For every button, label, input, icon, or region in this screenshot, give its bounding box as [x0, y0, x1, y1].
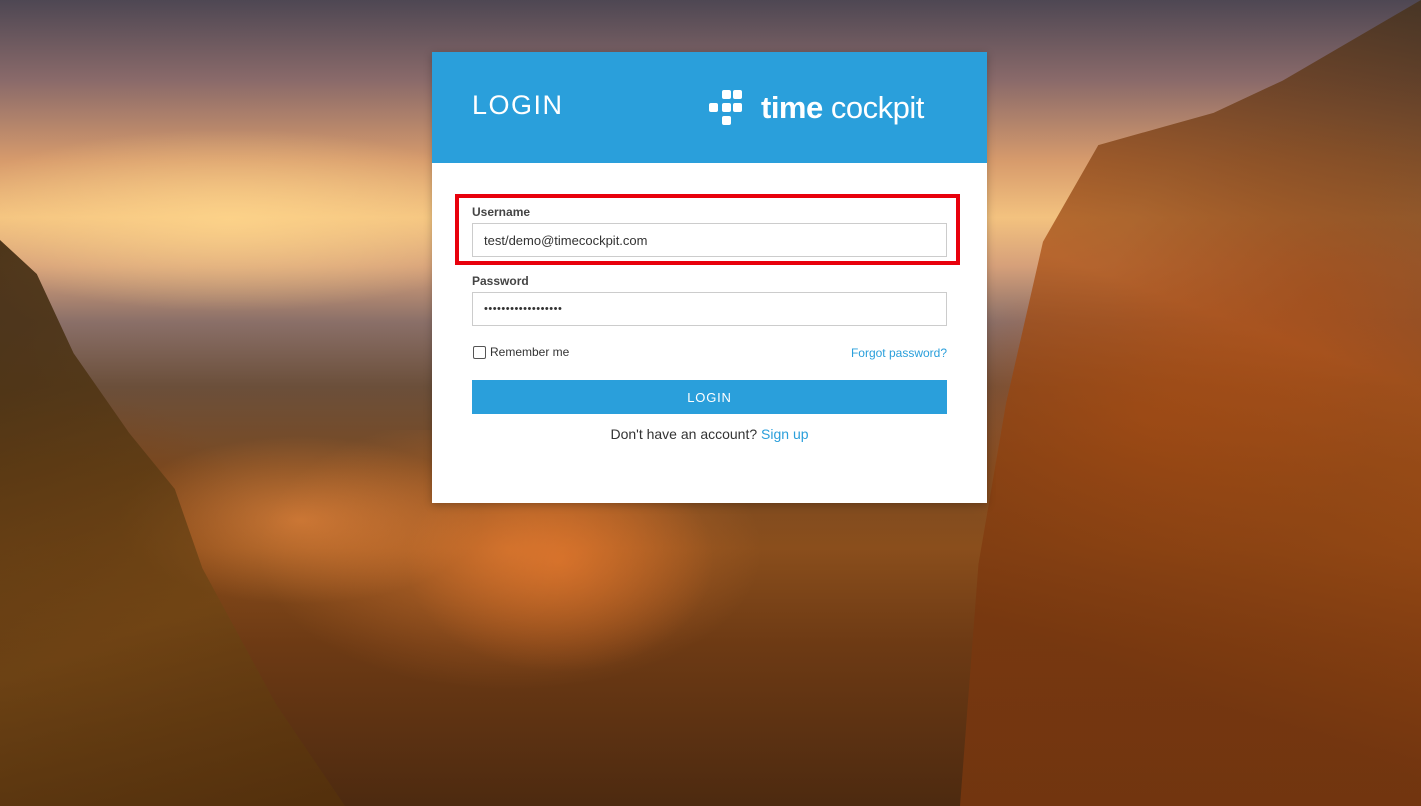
- username-label: Username: [472, 205, 531, 219]
- remember-me-label: Remember me: [490, 345, 570, 359]
- password-input[interactable]: ••••••••••••••••••: [472, 292, 947, 326]
- timecockpit-logo: time cockpit: [709, 90, 924, 126]
- signup-prompt: Don't have an account?: [610, 426, 762, 442]
- login-header: LOGIN time cockpit: [432, 52, 987, 163]
- logo-wordmark: time cockpit: [761, 90, 924, 126]
- login-card: LOGIN time cockpit Username Password •••…: [432, 52, 987, 503]
- signup-line: Don't have an account? Sign up: [432, 426, 987, 442]
- logo-text-bold: time: [761, 90, 823, 125]
- password-label: Password: [472, 274, 529, 288]
- remember-me[interactable]: Remember me: [472, 345, 569, 359]
- timecockpit-logo-icon: [709, 90, 745, 126]
- signup-link[interactable]: Sign up: [761, 426, 808, 442]
- username-input[interactable]: [472, 223, 947, 257]
- page-title: LOGIN: [472, 90, 564, 120]
- logo-text-rest: cockpit: [822, 90, 925, 125]
- forgot-password-link[interactable]: Forgot password?: [851, 346, 947, 360]
- login-button[interactable]: LOGIN: [472, 380, 947, 414]
- remember-me-checkbox[interactable]: [473, 345, 486, 359]
